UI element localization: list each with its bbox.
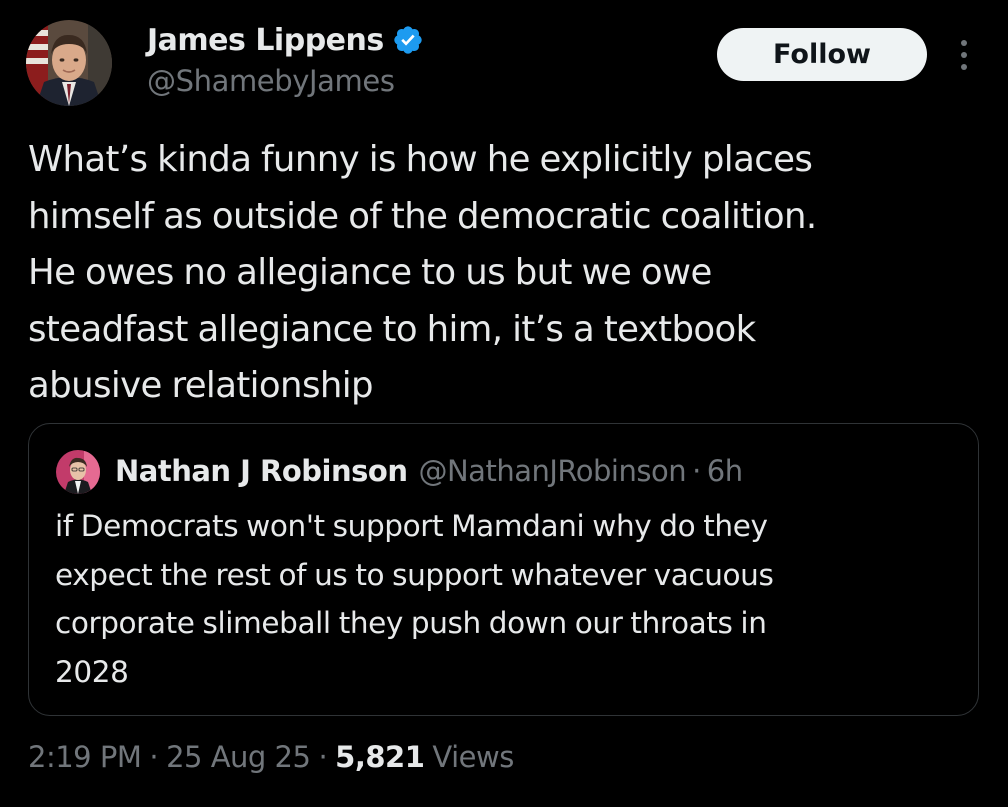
quoted-text-line: if Democrats won't support Mamdani why d… bbox=[55, 509, 768, 543]
author-display-name[interactable]: James Lippens bbox=[147, 23, 384, 58]
quoted-tweet-card[interactable]: Nathan J Robinson @NathanJRobinson · 6h … bbox=[28, 423, 979, 716]
tweet-date[interactable]: 25 Aug 25 bbox=[166, 740, 311, 774]
author-avatar[interactable] bbox=[26, 20, 112, 106]
tweet-text-line: He owes no allegiance to us but we owe bbox=[28, 252, 712, 293]
tweet-text-line: What’s kinda funny is how he explicitly … bbox=[28, 139, 813, 180]
quoted-author-avatar-image bbox=[56, 450, 100, 494]
meta-separator: · bbox=[318, 740, 328, 774]
tweet-text-line: abusive relationship bbox=[28, 365, 374, 406]
views-label: Views bbox=[432, 740, 514, 774]
quoted-author-handle[interactable]: @NathanJRobinson bbox=[418, 454, 686, 488]
more-vertical-icon[interactable] bbox=[952, 38, 976, 72]
tweet-meta: 2:19 PM · 25 Aug 25 · 5,821 Views bbox=[28, 734, 514, 780]
tweet-text-line: steadfast allegiance to him, it’s a text… bbox=[28, 308, 756, 350]
quoted-text-line: expect the rest of us to support whateve… bbox=[55, 557, 774, 592]
tweet-text: What’s kinda funny is how he explicitly … bbox=[28, 132, 988, 415]
quoted-text-line: corporate slimeball they push down our t… bbox=[55, 606, 767, 640]
quoted-separator: · bbox=[692, 454, 701, 488]
author-handle[interactable]: @ShamebyJames bbox=[147, 64, 395, 98]
quoted-tweet-header: Nathan J Robinson @NathanJRobinson · 6h bbox=[115, 448, 743, 494]
quoted-author-name[interactable]: Nathan J Robinson bbox=[115, 454, 408, 488]
tweet-time[interactable]: 2:19 PM bbox=[28, 740, 142, 774]
author-avatar-image bbox=[26, 20, 112, 106]
follow-button[interactable]: Follow bbox=[717, 28, 927, 81]
tweet-card: James Lippens @ShamebyJames Follow What’… bbox=[0, 0, 1008, 807]
view-count[interactable]: 5,821 bbox=[335, 740, 425, 774]
meta-separator: · bbox=[149, 740, 159, 774]
quoted-text-line: 2028 bbox=[55, 654, 129, 689]
quoted-tweet-text: if Democrats won't support Mamdani why d… bbox=[55, 502, 955, 696]
author-name-row: James Lippens bbox=[147, 20, 424, 60]
verified-badge-icon[interactable] bbox=[392, 24, 424, 56]
quoted-timestamp[interactable]: 6h bbox=[707, 454, 743, 488]
tweet-text-line: himself as outside of the democratic coa… bbox=[28, 195, 817, 237]
quoted-author-avatar[interactable] bbox=[56, 450, 100, 494]
